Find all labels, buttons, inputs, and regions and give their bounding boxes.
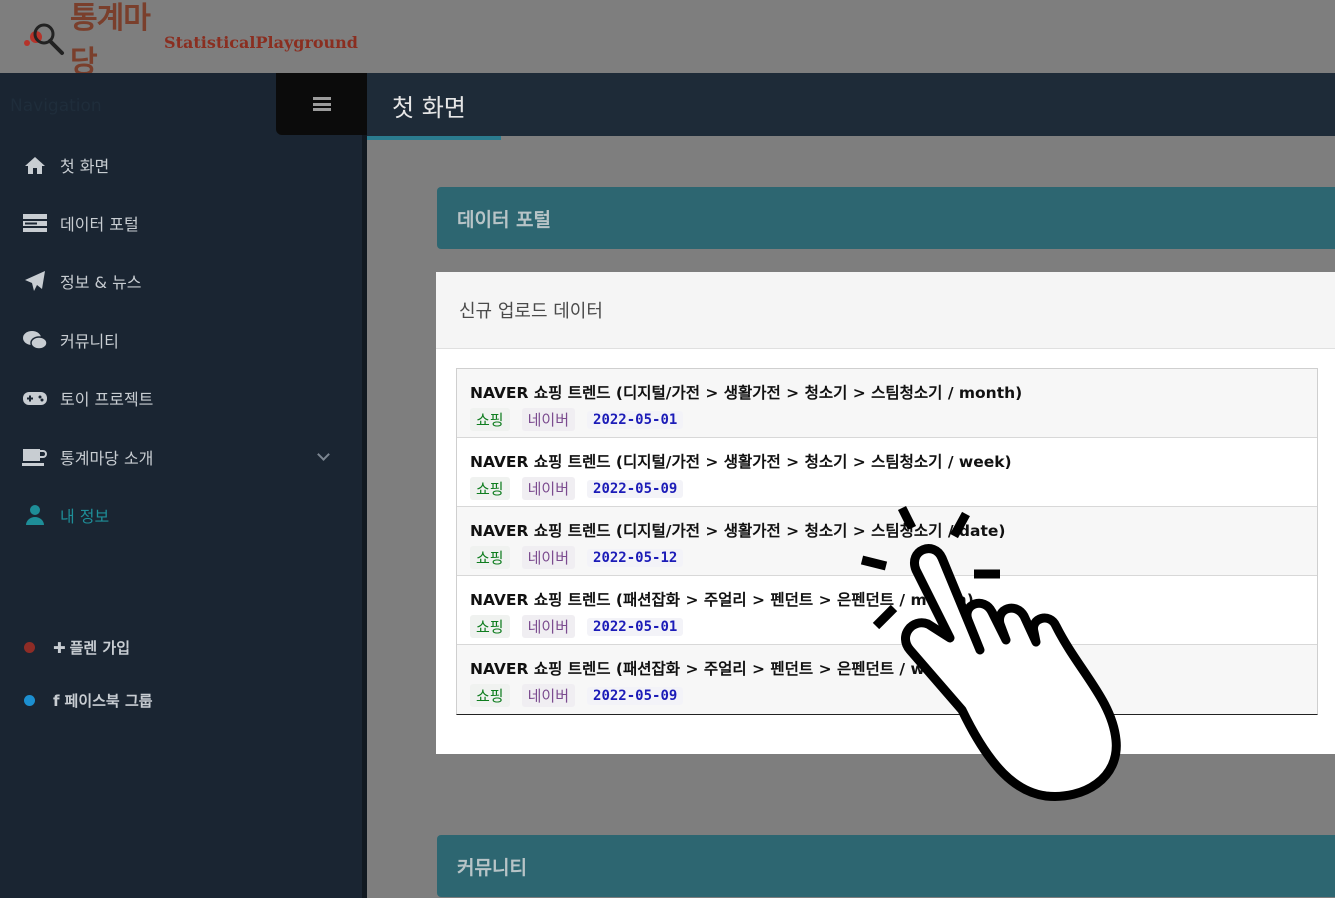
section-community[interactable]: 커뮤니티 [437,835,1335,897]
section-title: 데이터 포털 [457,208,552,231]
sidebar-item-toy-project[interactable]: 토이 프로젝트 [0,378,362,418]
sidebar-item-label: 내 정보 [60,507,110,526]
source-badge: 네이버 [521,615,576,638]
sidebar-item-about[interactable]: 통계마당 소개 [0,437,362,477]
category-badge: 쇼핑 [470,477,510,500]
list-item-title[interactable]: NAVER 쇼핑 트렌드 (디지털/가전 > 생활가전 > 청소기 > 스팀청소… [470,450,1317,472]
page-header [367,73,1335,136]
category-badge: 쇼핑 [470,546,510,569]
sidebar-link-label: 플렌 가입 [69,639,131,657]
gamepad-icon [22,387,48,409]
logo-korean-text: 통계마당 [70,1,151,80]
user-icon [22,504,48,526]
list-item-title[interactable]: NAVER 쇼핑 트렌드 (디지털/가전 > 생활가전 > 청소기 > 스팀청소… [470,381,1317,403]
sidebar-link-label: 페이스북 그룹 [64,692,153,710]
logo-english-text: StatisticalPlayground [164,32,358,52]
date-badge: 2022-05-09 [587,479,684,498]
sidebar-item-my-info[interactable]: 내 정보 [0,495,362,535]
paper-plane-icon [22,270,48,292]
sidebar-item-label: 통계마당 소개 [60,449,154,468]
sidebar-item-label: 데이터 포털 [60,215,139,234]
server-icon [22,212,48,234]
status-dot-icon [24,642,35,653]
sidebar [0,73,362,898]
page-title: 첫 화면 [392,94,466,122]
date-badge: 2022-05-01 [587,617,684,636]
category-badge: 쇼핑 [470,684,510,707]
sidebar-item-label: 첫 화면 [60,157,110,176]
sidebar-link-plan-signup[interactable]: ✚ 플렌 가입 [0,637,130,658]
sidebar-link-facebook-group[interactable]: f 페이스북 그룹 [0,690,153,711]
status-dot-icon [24,695,35,706]
pointing-hand-icon [850,500,1140,810]
magnifier-logo-icon [18,17,70,57]
source-badge: 네이버 [521,684,576,707]
list-item[interactable]: NAVER 쇼핑 트렌드 (디지털/가전 > 생활가전 > 청소기 > 스팀청소… [457,438,1317,507]
sidebar-item-label: 토이 프로젝트 [60,390,154,409]
date-badge: 2022-05-12 [587,548,684,567]
sidebar-item-home[interactable]: 첫 화면 [0,145,362,185]
sidebar-item-community[interactable]: 커뮤니티 [0,320,362,360]
hamburger-icon [312,97,331,111]
menu-toggle-button[interactable] [276,73,367,135]
sidebar-item-label: 정보 & 뉴스 [60,273,142,292]
list-item[interactable]: NAVER 쇼핑 트렌드 (디지털/가전 > 생활가전 > 청소기 > 스팀청소… [457,369,1317,438]
sidebar-item-label: 커뮤니티 [60,332,119,351]
nav-title: Navigation [10,96,102,116]
source-badge: 네이버 [521,408,576,431]
card-title: 신규 업로드 데이터 [436,272,1335,349]
coffee-cup-icon [22,446,48,468]
sidebar-item-data-portal[interactable]: 데이터 포털 [0,203,362,243]
home-icon [22,154,48,176]
site-logo[interactable]: 통계마당 StatisticalPlayground [18,1,358,80]
plus-icon: ✚ [53,638,66,657]
date-badge: 2022-05-01 [587,410,684,429]
section-title: 커뮤니티 [457,856,527,879]
category-badge: 쇼핑 [470,615,510,638]
category-badge: 쇼핑 [470,408,510,431]
chevron-down-icon [317,448,330,461]
section-data-portal[interactable]: 데이터 포털 [437,187,1335,249]
source-badge: 네이버 [521,477,576,500]
facebook-icon: f [53,691,60,710]
source-badge: 네이버 [521,546,576,569]
sidebar-item-news[interactable]: 정보 & 뉴스 [0,261,362,301]
date-badge: 2022-05-09 [587,686,684,705]
chat-bubbles-icon [22,329,48,351]
